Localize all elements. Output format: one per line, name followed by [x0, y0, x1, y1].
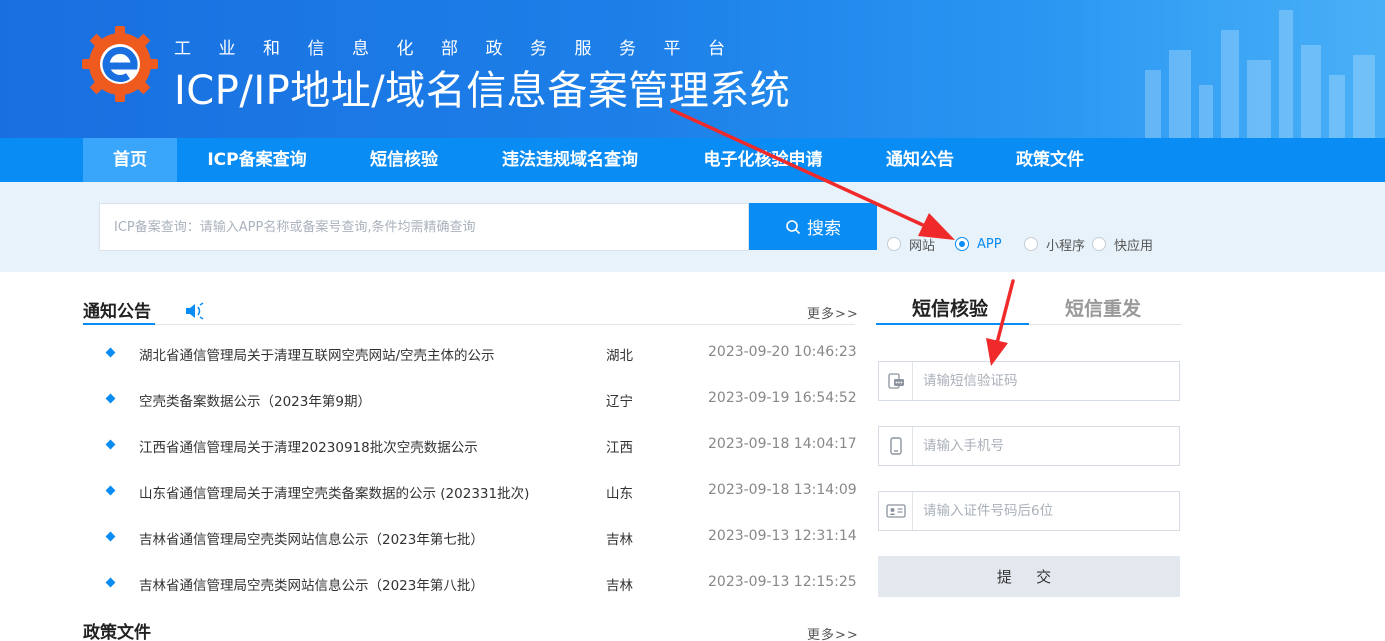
page: 工业和信息化部政务服务平台 ICP/IP地址/域名信息备案管理系统 首页 ICP… [0, 0, 1385, 641]
notices-divider [155, 324, 855, 325]
sms-code-field[interactable] [878, 361, 1180, 401]
radio-circle-checked [955, 237, 969, 251]
notice-date: 2023-09-18 14:04:17 [708, 436, 857, 452]
radio-label: APP [977, 236, 1002, 252]
nav-sms-verify[interactable]: 短信核验 [360, 138, 448, 182]
notice-row[interactable]: 江西省通信管理局关于清理20230918批次空壳数据公示 江西 2023-09-… [100, 436, 860, 460]
main-nav: 首页 ICP备案查询 短信核验 违法违规域名查询 电子化核验申请 通知公告 政策… [0, 138, 1385, 182]
notice-province: 山东 [606, 486, 633, 502]
bullet-icon [105, 485, 116, 496]
id-number-field[interactable] [878, 491, 1180, 531]
radio-option-website[interactable]: 网站 [887, 234, 935, 254]
notice-date: 2023-09-19 16:54:52 [708, 390, 857, 406]
notice-province: 吉林 [606, 532, 633, 548]
tab-sms-verify[interactable]: 短信核验 [912, 294, 988, 321]
radio-label: 小程序 [1046, 238, 1086, 254]
radio-label: 网站 [909, 238, 936, 254]
notice-province: 湖北 [606, 348, 633, 364]
header-banner: 工业和信息化部政务服务平台 ICP/IP地址/域名信息备案管理系统 [0, 0, 1385, 138]
notice-date: 2023-09-13 12:15:25 [708, 574, 857, 590]
system-title: ICP/IP地址/域名信息备案管理系统 [174, 68, 791, 114]
notice-date: 2023-09-20 10:46:23 [708, 344, 857, 360]
notice-title[interactable]: 山东省通信管理局关于清理空壳类备案数据的公示 (202331批次) [139, 482, 529, 502]
search-button-label: 搜索 [807, 219, 841, 238]
bullet-icon [105, 393, 116, 404]
nav-home[interactable]: 首页 [83, 138, 177, 182]
notice-province: 吉林 [606, 578, 633, 594]
notice-title[interactable]: 江西省通信管理局关于清理20230918批次空壳数据公示 [139, 436, 478, 456]
notices-more-link[interactable]: 更多>> [807, 303, 859, 322]
notice-title[interactable]: 吉林省通信管理局空壳类网站信息公示（2023年第七批） [139, 528, 484, 548]
nav-icp-query[interactable]: ICP备案查询 [196, 138, 318, 182]
sms-tab-underline [876, 323, 1029, 325]
nav-electronic-verify[interactable]: 电子化核验申请 [690, 138, 836, 182]
sms-message-icon [879, 362, 913, 400]
policy-more-link[interactable]: 更多>> [807, 624, 859, 641]
nav-notices[interactable]: 通知公告 [876, 138, 964, 182]
bullet-icon [105, 531, 116, 542]
search-button[interactable]: 搜索 [749, 203, 877, 250]
notice-row[interactable]: 吉林省通信管理局空壳类网站信息公示（2023年第八批） 吉林 2023-09-1… [100, 574, 860, 598]
submit-button[interactable]: 提 交 [878, 556, 1180, 597]
city-skyline-decoration [1145, 10, 1375, 138]
notice-title[interactable]: 湖北省通信管理局关于清理互联网空壳网站/空壳主体的公示 [139, 344, 495, 364]
notice-row[interactable]: 吉林省通信管理局空壳类网站信息公示（2023年第七批） 吉林 2023-09-1… [100, 528, 860, 552]
radio-option-quick-app[interactable]: 快应用 [1092, 234, 1153, 254]
nav-illegal-domain-query[interactable]: 违法违规域名查询 [488, 138, 652, 182]
tab-sms-resend[interactable]: 短信重发 [1065, 294, 1141, 321]
phone-field[interactable] [878, 426, 1180, 466]
policy-title: 政策文件 [83, 623, 151, 641]
icp-search-input[interactable] [99, 203, 749, 251]
notice-title[interactable]: 空壳类备案数据公示（2023年第9期） [139, 390, 371, 410]
search-area: 搜索 网站 APP 小程序 快应用 [0, 182, 1385, 272]
id-number-input[interactable] [923, 492, 1173, 530]
nav-policy[interactable]: 政策文件 [1006, 138, 1094, 182]
notice-province: 辽宁 [606, 394, 633, 410]
radio-circle [887, 237, 901, 251]
radio-circle [1024, 237, 1038, 251]
search-icon [786, 219, 801, 234]
platform-subtitle: 工业和信息化部政务服务平台 [174, 39, 753, 59]
radio-option-mini-program[interactable]: 小程序 [1024, 234, 1085, 254]
notice-date: 2023-09-18 13:14:09 [708, 482, 857, 498]
id-card-icon [879, 492, 913, 530]
notice-row[interactable]: 湖北省通信管理局关于清理互联网空壳网站/空壳主体的公示 湖北 2023-09-2… [100, 344, 860, 368]
phone-input[interactable] [923, 427, 1173, 465]
bullet-icon [105, 439, 116, 450]
gear-e-logo [82, 26, 158, 102]
notices-title: 通知公告 [83, 302, 151, 322]
sms-code-input[interactable] [923, 362, 1173, 400]
bullet-icon [105, 347, 116, 358]
notice-title[interactable]: 吉林省通信管理局空壳类网站信息公示（2023年第八批） [139, 574, 484, 594]
notice-date: 2023-09-13 12:31:14 [708, 528, 857, 544]
bullet-icon [105, 577, 116, 588]
notice-row[interactable]: 山东省通信管理局关于清理空壳类备案数据的公示 (202331批次) 山东 202… [100, 482, 860, 506]
speaker-icon [186, 302, 204, 320]
sms-tab-divider [1029, 324, 1182, 325]
mobile-phone-icon [879, 427, 913, 465]
notice-province: 江西 [606, 440, 633, 456]
radio-option-app[interactable]: APP [955, 234, 1002, 254]
notice-row[interactable]: 空壳类备案数据公示（2023年第9期） 辽宁 2023-09-19 16:54:… [100, 390, 860, 414]
notices-title-underline [83, 323, 155, 325]
radio-circle [1092, 237, 1106, 251]
radio-label: 快应用 [1114, 238, 1154, 254]
